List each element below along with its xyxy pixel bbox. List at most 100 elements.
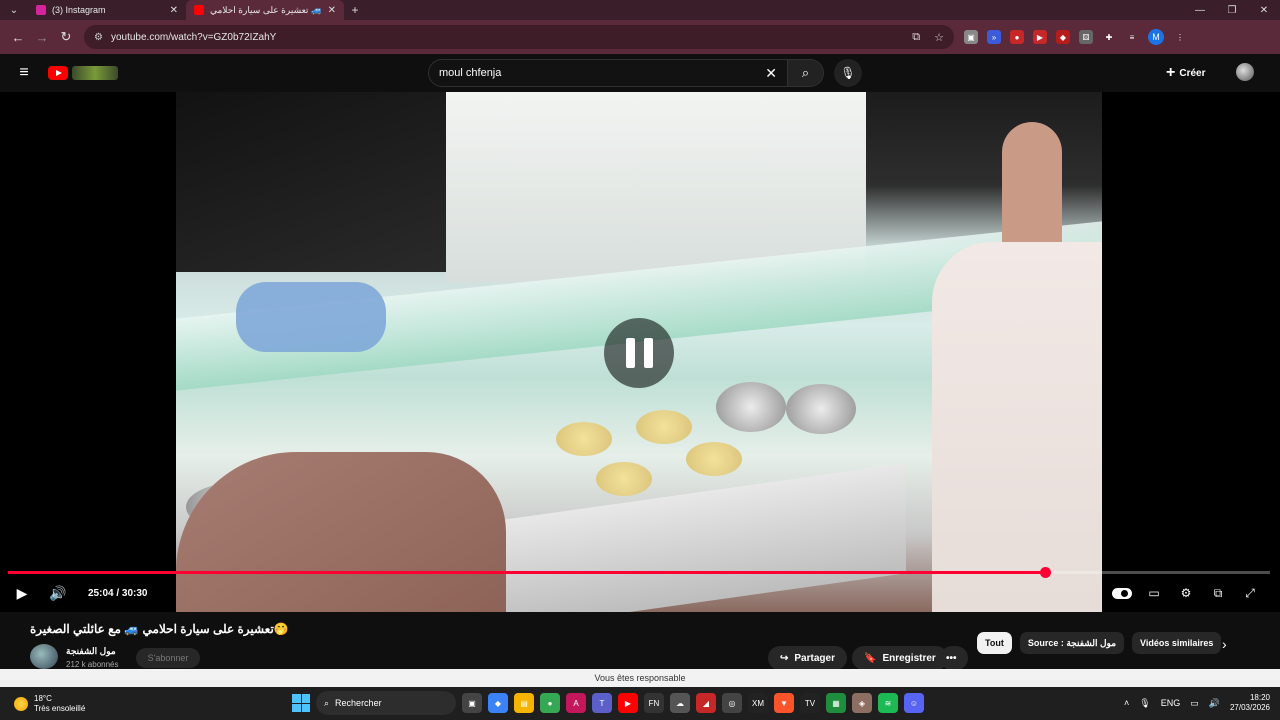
extensions-puzzle-icon[interactable]: ✚ [1102, 30, 1116, 44]
pause-overlay-icon[interactable] [604, 318, 674, 388]
youtube-doodle-logo [72, 66, 118, 80]
user-avatar[interactable] [1236, 63, 1254, 81]
tab-title: (3) Instagram [52, 5, 106, 15]
menu-kebab-icon[interactable]: ⋮ [1173, 30, 1187, 44]
youtube-icon[interactable]: ▶ [618, 693, 638, 713]
extension-icon[interactable]: ● [1010, 30, 1024, 44]
minimize-button[interactable]: — [1184, 5, 1216, 16]
app-icon[interactable]: TV [800, 693, 820, 713]
app-icon[interactable]: ◈ [852, 693, 872, 713]
share-button[interactable]: ↪ Partager [768, 646, 847, 670]
extension-icon[interactable]: ⚄ [1079, 30, 1093, 44]
autoplay-toggle[interactable] [1106, 586, 1138, 601]
reload-button[interactable]: ↻ [54, 29, 78, 45]
speaker-icon[interactable]: 🔊 [1209, 698, 1220, 709]
app-icon[interactable]: ◢ [696, 693, 716, 713]
subscribe-button[interactable]: S'abonner [136, 648, 200, 668]
app-icon[interactable]: ◎ [722, 693, 742, 713]
close-icon[interactable]: ✕ [170, 5, 178, 16]
fullscreen-icon[interactable]: ⤢ [1234, 586, 1266, 601]
app-icon[interactable]: FN [644, 693, 664, 713]
recommendation-chips: Tout Source : مول الشفنجة Vidéos similai… [977, 632, 1222, 654]
brave-icon[interactable]: ▼ [774, 693, 794, 713]
miniplayer-icon[interactable]: ⧉ [1202, 586, 1234, 601]
search-icon: ⌕ [801, 65, 810, 80]
reading-list-icon[interactable]: ≡ [1125, 30, 1139, 44]
extensions-row: ▣ » ● ▶ ◆ ⚄ ✚ ≡ M ⋮ [964, 29, 1187, 45]
app-icon[interactable]: A [566, 693, 586, 713]
more-icon: ••• [946, 652, 957, 664]
chevron-up-icon[interactable]: ˄ [1124, 698, 1129, 708]
video-info: 🤭تعشيرة على سيارة احلامي 🚙 مع عائلتي الص… [0, 612, 1280, 670]
windows-start-icon[interactable] [292, 694, 310, 712]
extension-icon[interactable]: » [987, 30, 1001, 44]
maximize-button[interactable]: ❐ [1216, 5, 1248, 16]
youtube-logo[interactable] [48, 66, 118, 80]
voice-search-button[interactable]: 🎙 [834, 59, 862, 87]
site-info-icon[interactable]: ⚙ [94, 32, 103, 43]
progress-bar[interactable] [8, 567, 1270, 578]
clear-search-icon[interactable]: ✕ [765, 65, 777, 82]
language-indicator[interactable]: ENG [1161, 698, 1181, 708]
install-app-icon[interactable]: ⧉ [912, 31, 920, 44]
copilot-icon[interactable]: ◆ [488, 693, 508, 713]
channel-name[interactable]: مول الشفنجة [66, 646, 116, 657]
close-icon[interactable]: ✕ [328, 5, 336, 16]
discord-icon[interactable]: ☺ [904, 693, 924, 713]
video-player[interactable]: ▶ 🔊 25:04 / 30:30 ▭ ⚙ ⧉ ⤢ [0, 92, 1280, 612]
share-icon: ↪ [780, 652, 789, 664]
save-label: Enregistrer [882, 652, 936, 664]
save-button[interactable]: 🔖 Enregistrer [852, 646, 948, 670]
hamburger-menu-icon[interactable]: ≡ [0, 64, 48, 82]
task-view-icon[interactable]: ▣ [462, 693, 482, 713]
bookmark-star-icon[interactable]: ☆ [934, 31, 944, 44]
weather-widget[interactable]: 18°C Très ensoleillé [14, 694, 85, 714]
taskbar-search[interactable]: ⌕ Rechercher [316, 691, 456, 715]
subscriber-count: 212 k abonnés [66, 660, 119, 669]
display-icon[interactable]: ▭ [1190, 698, 1199, 709]
subtitles-icon[interactable]: ▭ [1138, 586, 1170, 601]
file-explorer-icon[interactable]: ▤ [514, 693, 534, 713]
close-window-button[interactable]: ✕ [1248, 5, 1280, 16]
app-icon[interactable]: ☁ [670, 693, 690, 713]
clock[interactable]: 18:20 27/03/2026 [1230, 693, 1270, 713]
extension-icon[interactable]: ◆ [1056, 30, 1070, 44]
system-tray: ˄ 🎙 ENG ▭ 🔊 18:20 27/03/2026 [1124, 693, 1270, 713]
tab-title: تعشيرة على سيارة احلامي 🚙 [210, 4, 323, 15]
app-icon[interactable]: XM [748, 693, 768, 713]
address-bar-row: ← → ↻ ⚙ youtube.com/watch?v=GZ0b72IZahY … [0, 20, 1280, 54]
back-button[interactable]: ← [6, 30, 30, 45]
profile-avatar[interactable]: M [1148, 29, 1164, 45]
microphone-icon: 🎙 [840, 66, 856, 80]
tab-search-icon[interactable]: ⌄ [0, 0, 28, 20]
microphone-icon[interactable]: 🎙 [1139, 698, 1150, 709]
teams-icon[interactable]: T [592, 693, 612, 713]
extension-icon[interactable]: ▶ [1033, 30, 1047, 44]
more-actions-button[interactable]: ••• [940, 646, 968, 670]
chip-related[interactable]: Vidéos similaires [1132, 632, 1222, 654]
chip-source[interactable]: Source : مول الشفنجة [1019, 632, 1125, 654]
forward-button[interactable]: → [30, 30, 54, 45]
taskbar-search-label: Rechercher [335, 698, 382, 708]
tab-instagram[interactable]: (3) Instagram ✕ [28, 0, 186, 20]
create-button[interactable]: + Créer [1166, 64, 1205, 82]
chevron-right-icon[interactable]: › [1222, 636, 1227, 652]
search-input[interactable]: moul chfenja ✕ [428, 59, 788, 87]
search-icon: ⌕ [324, 697, 330, 708]
time-display: 25:04 / 30:30 [88, 587, 148, 599]
tab-youtube[interactable]: تعشيرة على سيارة احلامي 🚙 ✕ [186, 0, 344, 20]
spotify-icon[interactable]: ≋ [878, 693, 898, 713]
url-field[interactable]: ⚙ youtube.com/watch?v=GZ0b72IZahY ⧉ ☆ [84, 25, 954, 49]
search-button[interactable]: ⌕ [788, 59, 824, 87]
volume-icon[interactable]: 🔊 [40, 585, 76, 602]
play-button[interactable]: ▶ [4, 585, 40, 602]
extension-icon[interactable]: ▣ [964, 30, 978, 44]
chip-all[interactable]: Tout [977, 632, 1012, 654]
settings-gear-icon[interactable]: ⚙ [1170, 586, 1202, 601]
channel-avatar[interactable] [30, 644, 58, 669]
new-tab-button[interactable]: + [344, 3, 366, 17]
instagram-icon [36, 5, 46, 15]
app-icon[interactable]: ▦ [826, 693, 846, 713]
chrome-icon[interactable]: ● [540, 693, 560, 713]
temperature: 18°C [34, 693, 52, 703]
